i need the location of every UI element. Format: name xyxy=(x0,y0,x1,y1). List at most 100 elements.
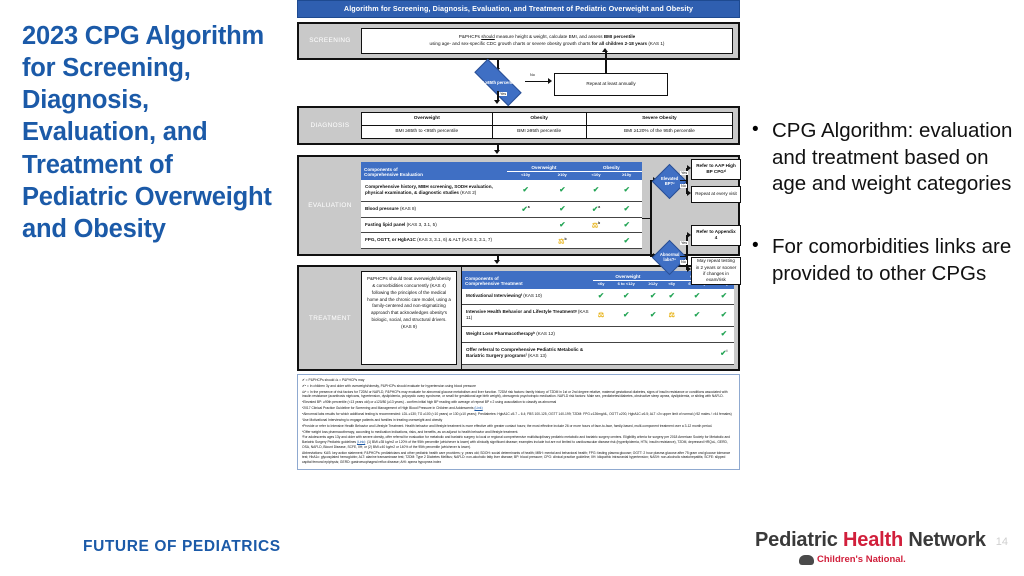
age-column-header: ≥10y xyxy=(557,171,567,177)
footnote-marker: b xyxy=(598,220,601,225)
footnotes-block: ✔ = P&PHCPs should ⚖ = P&PHCPs may ✔ᵃ = I… xyxy=(297,374,740,470)
diagnosis-value-severe-obesity: BMI ≥120% of the 95th percentile xyxy=(585,124,734,139)
flow-line xyxy=(605,51,607,73)
group-header-overweight: Overweight xyxy=(507,161,581,172)
row-label: Offer referral to Comprehensive Pediatri… xyxy=(462,342,593,366)
matrix-cell: ✔ xyxy=(507,179,545,203)
page-number: 14 xyxy=(995,536,1008,548)
check-icon: ✔ xyxy=(559,185,566,195)
matrix-cell: ✔ xyxy=(609,289,643,305)
check-icon: ✔ xyxy=(623,310,630,320)
footnote-line: ⁱFor adolescents ages 13y and older with… xyxy=(302,435,730,449)
treatment-principles-note: P&PHCPs should treat overweight/obesity … xyxy=(361,271,457,365)
diagnosis-body: Overweight Obesity Severe Obesity BMI ≥8… xyxy=(361,108,738,143)
table-header-row: Components of Comprehensive Evaluation Ove… xyxy=(361,161,642,177)
row-label: Blood pressure (KAS 8) xyxy=(361,201,508,218)
diagnosis-value-obesity: BMI ≥95th percentile xyxy=(491,124,587,139)
screening-line1-b: measure height & weight, calculate BMI, … xyxy=(494,34,604,39)
screening-line1-should: should xyxy=(481,34,495,39)
logo-word-health: Health xyxy=(843,529,903,551)
flow-arrow-right-icon xyxy=(548,77,552,84)
check-icon: ✔ xyxy=(668,291,675,301)
matrix-cell: ✔ xyxy=(713,304,734,328)
age-column-header: 6 to <12y xyxy=(617,281,635,287)
matrix-cell xyxy=(507,232,545,250)
age-column-header: ≥10y xyxy=(622,171,632,177)
matrix-cell: ✔ xyxy=(544,201,581,218)
matrix-cell xyxy=(680,326,714,343)
check-icon: ✔ xyxy=(623,291,630,301)
flow-arrow-down-icon xyxy=(494,260,500,265)
matrix-cell: ✔ xyxy=(713,289,734,305)
matrix-cell: ✔ xyxy=(680,304,714,328)
matrix-cell: ✔ xyxy=(713,326,734,343)
table-row: Offer referral to Comprehensive Pediatri… xyxy=(462,342,734,366)
screening-line2-b: (KAS 1) xyxy=(647,40,665,46)
matrix-cell: ⚖b xyxy=(580,217,612,234)
check-icon: ✔ xyxy=(522,185,529,195)
matrix-cell: ✔ xyxy=(611,232,642,250)
diagnosis-section-label: DIAGNOSIS xyxy=(310,121,350,129)
check-icon: ✔ xyxy=(693,310,701,320)
table-corner-header: Components of Comprehensive Treatment xyxy=(462,271,593,289)
list-item: • CPG Algorithm: evaluation and treatmen… xyxy=(752,118,1014,198)
age-column-header: ≥12y xyxy=(648,281,658,287)
footnote-marker: a xyxy=(527,205,530,210)
footnote-line: ʰOffer weight loss pharmacotherapy, acco… xyxy=(302,429,519,434)
evaluation-section: EVALUATION Components of Comprehensive Ev… xyxy=(297,154,741,285)
matrix-cell xyxy=(507,217,545,234)
treatment-section: TREATMENT P&PHCPs should treat overweigh… xyxy=(297,265,740,371)
matrix-cell: ✔i xyxy=(713,342,734,366)
row-label: FPG, OGTT, or HgbA1C (KAS 3, 3.1, 6) & A… xyxy=(361,232,508,250)
matrix-cell xyxy=(580,232,612,250)
check-icon: ✔ xyxy=(623,220,630,230)
footnote-line: ✔ᵃ = In children 3y and older with overw… xyxy=(302,383,476,388)
table-row: Intensive Health Behavior and Lifestyle … xyxy=(462,304,734,328)
group-header-overweight: Overweight xyxy=(592,271,664,282)
childrens-national-label: Children's National. xyxy=(817,554,906,565)
figure-banner-title: Algorithm for Screening, Diagnosis, Eval… xyxy=(297,0,740,18)
row-label: Comprehensive history, MBH screening, SO… xyxy=(361,179,508,203)
bullet-list: • CPG Algorithm: evaluation and treatmen… xyxy=(752,118,1014,323)
footnote-line: ᶠUse Motivational Interviewing to engage… xyxy=(302,417,443,422)
check-icon: ✔ xyxy=(649,310,657,320)
group-header-obesity: Obesity xyxy=(580,161,642,172)
algorithm-figure: Algorithm for Screening, Diagnosis, Eval… xyxy=(297,0,741,574)
matrix-cell: ⚖b xyxy=(544,232,581,250)
matrix-cell: ✔ xyxy=(611,201,642,218)
age-column-header: <6y xyxy=(597,281,605,287)
evaluation-section-label: EVALUATION xyxy=(308,201,352,209)
corner-line-2: Comprehensive Evaluation xyxy=(364,171,423,177)
footnote-marker: i xyxy=(726,349,728,354)
diagnosis-value-overweight: BMI ≥85th to <95th percentile xyxy=(361,124,493,139)
matrix-cell xyxy=(642,326,664,343)
matrix-cell xyxy=(642,342,664,366)
screening-line2-a: using age- and sex-specific CDC growth c… xyxy=(429,40,592,46)
logo-word-network: Network xyxy=(902,529,986,551)
logo-wordmark: Pediatric Health Network xyxy=(755,529,986,552)
check-icon: ✔ xyxy=(649,291,657,301)
corner-line-2: Comprehensive Treatment xyxy=(465,281,523,287)
logo-word-pediatric: Pediatric xyxy=(755,529,844,551)
check-icon: ✔ xyxy=(623,235,630,245)
matrix-cell: ✔ xyxy=(592,289,610,305)
diagnosis-header-overweight: Overweight xyxy=(361,111,493,126)
matrix-cell: ✔a xyxy=(507,201,545,218)
check-icon: ✔ xyxy=(597,291,605,301)
footnote-line: ᵈ2017 Clinical Practice Guideline for Sc… xyxy=(302,406,483,411)
external-link[interactable]: (Link) xyxy=(474,406,482,410)
evaluation-table: Components of Comprehensive Evaluation Ove… xyxy=(361,161,642,250)
footnote-line: ᵉAbnormal labs results for which additio… xyxy=(302,411,732,416)
treatment-table: Components of Comprehensive Treatment Over… xyxy=(462,271,734,366)
screening-line1-a: P&PHCPs xyxy=(458,34,482,39)
treatment-section-label: TREATMENT xyxy=(308,314,352,322)
repeat-annually-box: Repeat at least annually xyxy=(554,72,668,96)
diagnosis-to-evaluation-connector xyxy=(297,144,740,155)
matrix-cell: ✔a xyxy=(580,201,612,218)
footnote-marker: a xyxy=(598,205,601,210)
footnote-line: ✔ = P&PHCPs should ⚖ = P&PHCPs may xyxy=(302,378,365,382)
matrix-cell: ✔ xyxy=(580,179,612,203)
external-link[interactable]: (Link) xyxy=(357,440,365,444)
matrix-cell xyxy=(609,326,643,343)
matrix-cell: ✔ xyxy=(544,217,581,234)
